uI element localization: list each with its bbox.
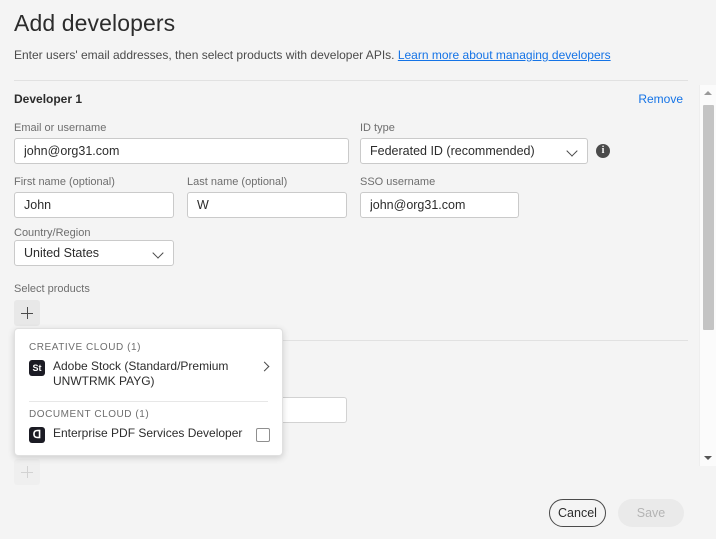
product-checkbox[interactable] [256, 428, 270, 442]
obscured-input[interactable] [277, 397, 347, 423]
chevron-right-icon[interactable] [260, 359, 270, 375]
popup-divider [29, 401, 268, 402]
last-name-input[interactable] [187, 192, 347, 218]
add-product-button-secondary[interactable] [14, 459, 40, 485]
email-input[interactable] [14, 138, 349, 164]
country-value: United States [24, 246, 100, 260]
acrobat-pdf-icon-glyph: ᗡ [32, 429, 42, 441]
product-group-heading-creative-cloud: CREATIVE CLOUD (1) [29, 342, 141, 353]
page-subtitle: Enter users' email addresses, then selec… [14, 48, 611, 62]
product-group-heading-document-cloud: DOCUMENT CLOUD (1) [29, 409, 150, 420]
remove-developer-link[interactable]: Remove [638, 92, 683, 106]
adobe-stock-icon: St [29, 360, 45, 376]
scrollbar-thumb[interactable] [703, 105, 714, 330]
first-name-label: First name (optional) [14, 176, 115, 188]
product-item-adobe-stock[interactable]: St Adobe Stock (Standard/Premium UNWTRMK… [15, 357, 282, 395]
save-button: Save [618, 499, 684, 527]
id-type-value: Federated ID (recommended) [370, 144, 535, 158]
vertical-scrollbar[interactable] [699, 85, 716, 466]
learn-more-link[interactable]: Learn more about managing developers [398, 48, 611, 62]
product-item-label: Adobe Stock (Standard/Premium UNWTRMK PA… [53, 359, 229, 388]
country-label: Country/Region [14, 227, 91, 239]
page-title: Add developers [14, 10, 176, 36]
product-picker-popup: CREATIVE CLOUD (1) St Adobe Stock (Stand… [14, 328, 283, 456]
product-item-enterprise-pdf-services[interactable]: ᗡ Enterprise PDF Services Developer [15, 424, 282, 449]
id-type-label: ID type [360, 122, 395, 134]
chevron-down-icon [154, 248, 164, 258]
info-icon[interactable]: i [596, 144, 610, 158]
chevron-down-icon [568, 146, 578, 156]
adobe-stock-icon-glyph: St [32, 363, 42, 373]
add-product-button[interactable] [14, 300, 40, 326]
scroll-down-arrow-icon[interactable] [700, 450, 716, 466]
developer-section-label: Developer 1 [14, 92, 83, 106]
header-divider [14, 80, 688, 81]
add-developers-dialog: Add developers Enter users' email addres… [0, 0, 716, 539]
email-label: Email or username [14, 122, 107, 134]
acrobat-pdf-icon: ᗡ [29, 427, 45, 443]
first-name-input[interactable] [14, 192, 174, 218]
scroll-up-arrow-icon[interactable] [700, 85, 716, 101]
id-type-select[interactable]: Federated ID (recommended) [360, 138, 588, 164]
sso-username-label: SSO username [360, 176, 436, 188]
select-products-label: Select products [14, 283, 90, 295]
cancel-button[interactable]: Cancel [549, 499, 606, 527]
product-item-label: Enterprise PDF Services Developer [53, 426, 243, 440]
page-subtitle-text: Enter users' email addresses, then selec… [14, 48, 395, 62]
sso-username-input[interactable] [360, 192, 519, 218]
last-name-label: Last name (optional) [187, 176, 288, 188]
country-select[interactable]: United States [14, 240, 174, 266]
